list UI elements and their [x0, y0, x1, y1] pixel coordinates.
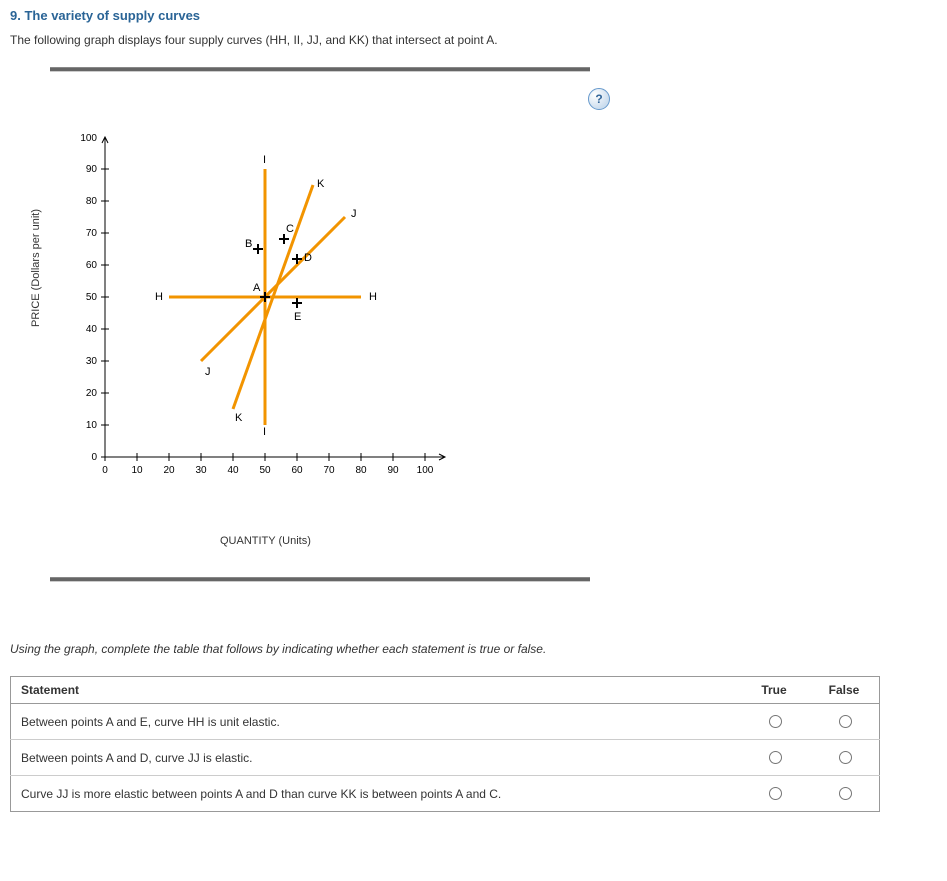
- ytick: 60: [86, 260, 98, 271]
- xtick: 40: [227, 465, 239, 476]
- radio-false[interactable]: [839, 751, 852, 764]
- xtick: 80: [355, 465, 367, 476]
- ytick: 90: [86, 164, 98, 175]
- ytick: 50: [86, 292, 98, 303]
- xtick: 50: [259, 465, 271, 476]
- statement-text: Between points A and D, curve JJ is elas…: [11, 740, 740, 776]
- xtick: 90: [387, 465, 399, 476]
- radio-true[interactable]: [769, 751, 782, 764]
- radio-true[interactable]: [769, 715, 782, 728]
- ytick: 30: [86, 356, 98, 367]
- instruction-text: Using the graph, complete the table that…: [10, 642, 937, 656]
- statement-text: Between points A and E, curve HH is unit…: [11, 704, 740, 740]
- radio-false[interactable]: [839, 715, 852, 728]
- supply-chart: PRICE (Dollars per unit) 0 10 20 30 40 5…: [50, 127, 480, 547]
- help-icon[interactable]: ?: [588, 88, 610, 110]
- label-H-right: H: [369, 291, 377, 303]
- divider-top: ?: [50, 67, 590, 72]
- label-C: C: [286, 223, 294, 235]
- divider-bottom: [50, 577, 590, 582]
- true-false-table: Statement True False Between points A an…: [10, 676, 880, 812]
- label-I-top: I: [263, 154, 266, 166]
- label-K-bottom: K: [235, 412, 243, 424]
- ytick: 0: [91, 452, 97, 463]
- table-row: Between points A and D, curve JJ is elas…: [11, 740, 880, 776]
- xtick: 60: [291, 465, 303, 476]
- ytick: 10: [86, 420, 98, 431]
- statement-text: Curve JJ is more elastic between points …: [11, 776, 740, 812]
- question-number: 9.: [10, 8, 21, 23]
- label-K-top: K: [317, 178, 325, 190]
- xtick: 0: [102, 465, 108, 476]
- xtick: 100: [417, 465, 434, 476]
- label-I-bottom: I: [263, 426, 266, 438]
- question-intro: The following graph displays four supply…: [10, 33, 937, 47]
- col-false: False: [809, 677, 880, 704]
- question-heading: 9. The variety of supply curves: [10, 8, 937, 23]
- label-J-bottom: J: [205, 366, 211, 378]
- xtick: 30: [195, 465, 207, 476]
- radio-false[interactable]: [839, 787, 852, 800]
- col-statement: Statement: [11, 677, 740, 704]
- table-row: Curve JJ is more elastic between points …: [11, 776, 880, 812]
- label-H-left: H: [155, 291, 163, 303]
- xtick: 70: [323, 465, 335, 476]
- xtick: 20: [163, 465, 175, 476]
- question-title: The variety of supply curves: [24, 8, 200, 23]
- ytick: 100: [80, 133, 97, 144]
- col-true: True: [739, 677, 809, 704]
- table-row: Between points A and E, curve HH is unit…: [11, 704, 880, 740]
- x-axis-label: QUANTITY (Units): [220, 535, 311, 547]
- ytick: 40: [86, 324, 98, 335]
- y-axis-label: PRICE (Dollars per unit): [30, 209, 42, 327]
- xtick: 10: [131, 465, 143, 476]
- label-A: A: [253, 282, 261, 294]
- ytick: 80: [86, 196, 98, 207]
- ytick: 70: [86, 228, 98, 239]
- label-D: D: [304, 252, 312, 264]
- chart-svg: 0 10 20 30 40 50 60 70 80 90 100 0 10 20…: [50, 127, 470, 527]
- label-E: E: [294, 311, 301, 323]
- label-B: B: [245, 238, 252, 250]
- label-J-top: J: [351, 208, 357, 220]
- radio-true[interactable]: [769, 787, 782, 800]
- ytick: 20: [86, 388, 98, 399]
